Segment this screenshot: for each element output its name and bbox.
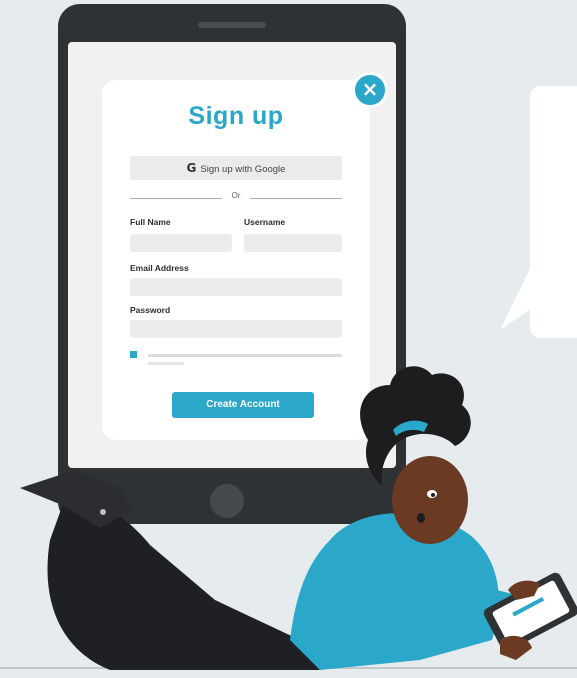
mouth — [417, 513, 425, 523]
woman-illustration — [0, 366, 577, 670]
eye-pupil — [431, 493, 435, 497]
head — [392, 456, 468, 544]
